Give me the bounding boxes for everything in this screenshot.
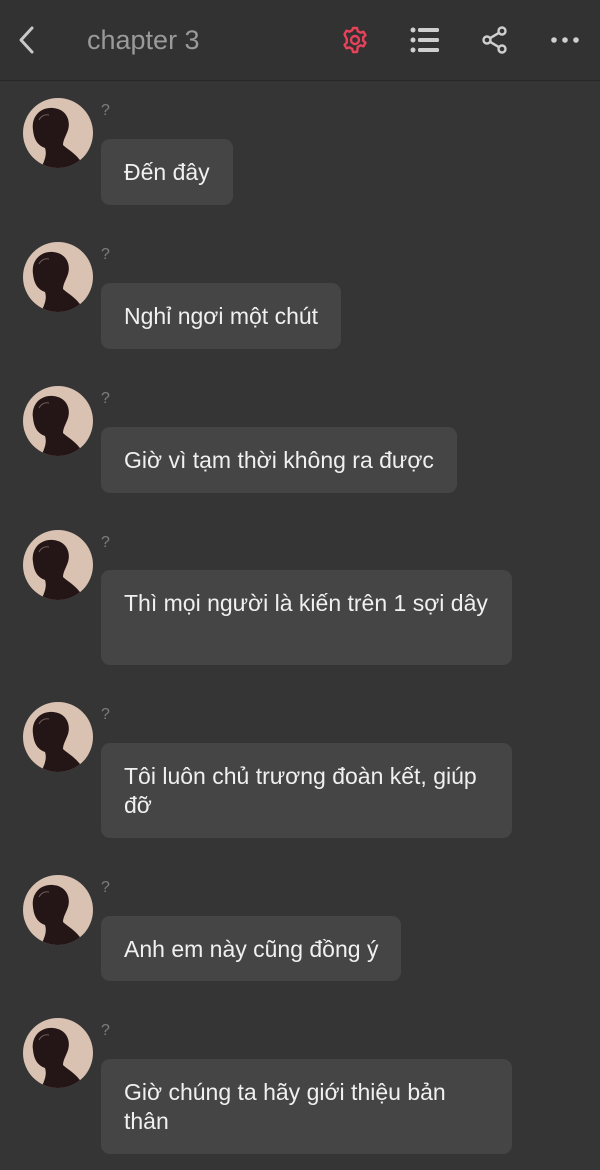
silhouette-avatar-icon: [32, 1027, 85, 1088]
silhouette-avatar-icon: [32, 395, 85, 456]
page-title: chapter 3: [87, 25, 200, 55]
message-bubble: Thì mọi người là kiến trên 1 sợi dây: [101, 570, 512, 665]
avatar[interactable]: [23, 530, 93, 600]
message-bubble: Giờ chúng ta hãy giới thiệu bản thân: [101, 1059, 512, 1154]
settings-button[interactable]: [335, 20, 375, 60]
avatar[interactable]: [23, 1018, 93, 1088]
message-bubble: Đến đây: [101, 139, 233, 205]
avatar[interactable]: [23, 702, 93, 772]
sender-name: ?: [101, 879, 110, 896]
list-icon: [410, 27, 439, 53]
share-button[interactable]: [475, 20, 515, 60]
message-bubble: Tôi luôn chủ trương đoàn kết, giúp đỡ: [101, 743, 512, 838]
message-bubble: Giờ vì tạm thời không ra được: [101, 427, 457, 493]
share-icon: [482, 26, 507, 54]
avatar[interactable]: [23, 242, 93, 312]
back-button[interactable]: [10, 22, 44, 58]
message-bubble: Nghỉ ngơi một chút: [101, 283, 342, 349]
settings-gear-icon: [343, 26, 367, 54]
sender-name: ?: [101, 706, 110, 723]
silhouette-avatar-icon: [32, 711, 85, 772]
sender-name: ?: [101, 246, 110, 263]
silhouette-avatar-icon: [32, 539, 85, 600]
sender-name: ?: [101, 390, 110, 407]
avatar[interactable]: [23, 875, 93, 945]
silhouette-avatar-icon: [32, 251, 85, 312]
sender-name: ?: [101, 534, 110, 551]
silhouette-avatar-icon: [32, 884, 85, 945]
back-chevron-icon: [19, 26, 34, 54]
silhouette-avatar-icon: [32, 107, 85, 168]
chapter-list-button[interactable]: [405, 20, 445, 60]
message-bubble: Anh em này cũng đồng ý: [101, 916, 402, 981]
more-button[interactable]: [545, 20, 585, 60]
more-icon: [551, 37, 579, 43]
top-bar: chapter 3: [0, 0, 600, 80]
sender-name: ?: [101, 1022, 110, 1039]
sender-name: ?: [101, 102, 110, 119]
avatar[interactable]: [23, 386, 93, 456]
avatar[interactable]: [23, 98, 93, 168]
